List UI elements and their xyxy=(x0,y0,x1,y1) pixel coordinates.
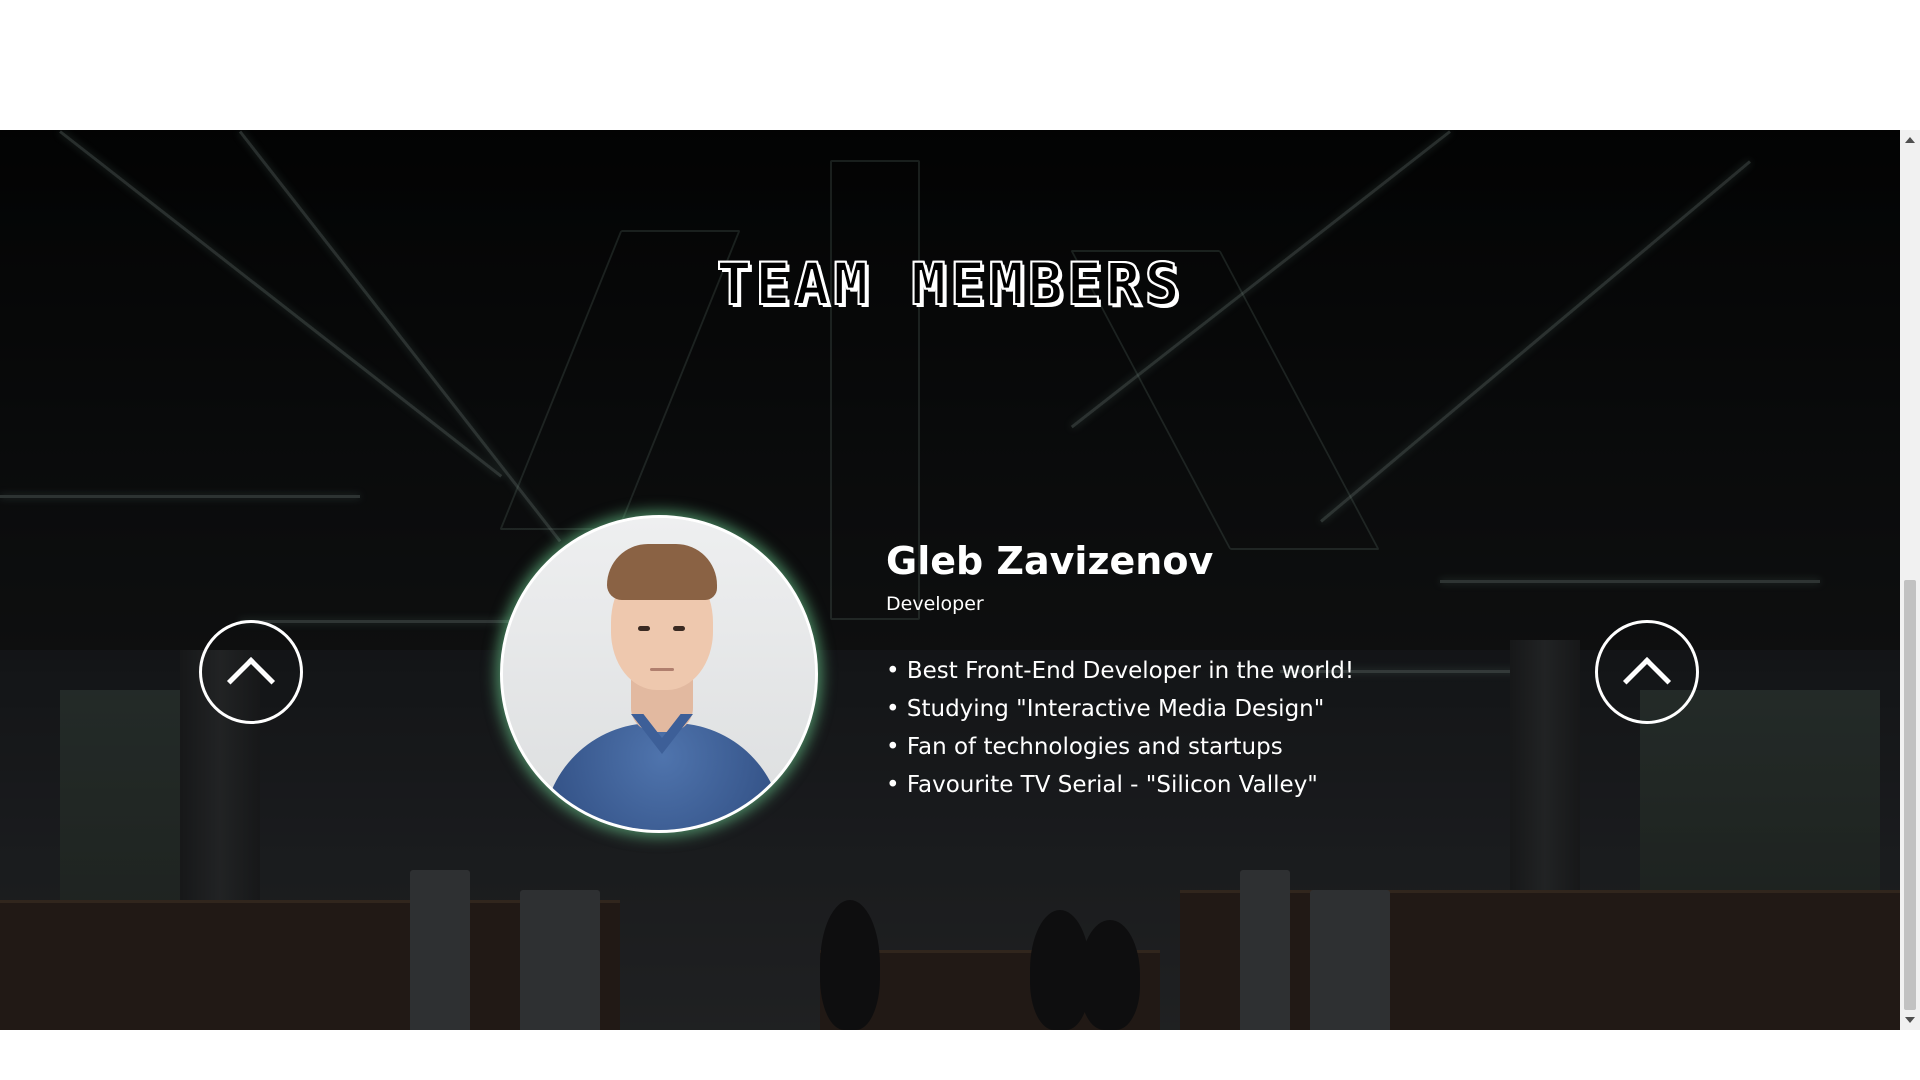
member-facts-list: • Best Front-End Developer in the world!… xyxy=(886,652,1586,804)
previous-member-button[interactable] xyxy=(199,620,303,724)
member-fact: • Best Front-End Developer in the world! xyxy=(886,658,1355,684)
member-fact: • Favourite TV Serial - "Silicon Valley" xyxy=(886,772,1318,798)
next-member-button[interactable] xyxy=(1595,620,1699,724)
page: TEAM MEMBERS Gleb Zavizenov Developer • … xyxy=(0,0,1920,1080)
member-role: Developer xyxy=(886,593,984,615)
chevron-up-icon xyxy=(1622,656,1672,706)
photo-eye xyxy=(673,626,685,631)
member-fact: • Studying "Interactive Media Design" xyxy=(886,696,1325,722)
photo-hair xyxy=(607,544,717,600)
page-scrollbar[interactable] xyxy=(1900,130,1920,1030)
member-name: Gleb Zavizenov xyxy=(886,539,1214,583)
member-fact: • Fan of technologies and startups xyxy=(886,734,1283,760)
scroll-up-arrow-icon[interactable] xyxy=(1905,137,1915,143)
photo-eye xyxy=(638,626,650,631)
team-members-section: TEAM MEMBERS Gleb Zavizenov Developer • … xyxy=(0,130,1900,1030)
scrollbar-thumb[interactable] xyxy=(1904,580,1916,1010)
scroll-down-arrow-icon[interactable] xyxy=(1905,1017,1915,1023)
section-title: TEAM MEMBERS xyxy=(715,249,1184,319)
member-photo xyxy=(500,515,818,833)
member-info: Gleb Zavizenov Developer • Best Front-En… xyxy=(886,538,1586,804)
chevron-up-icon xyxy=(226,656,276,706)
photo-mouth xyxy=(650,668,674,671)
